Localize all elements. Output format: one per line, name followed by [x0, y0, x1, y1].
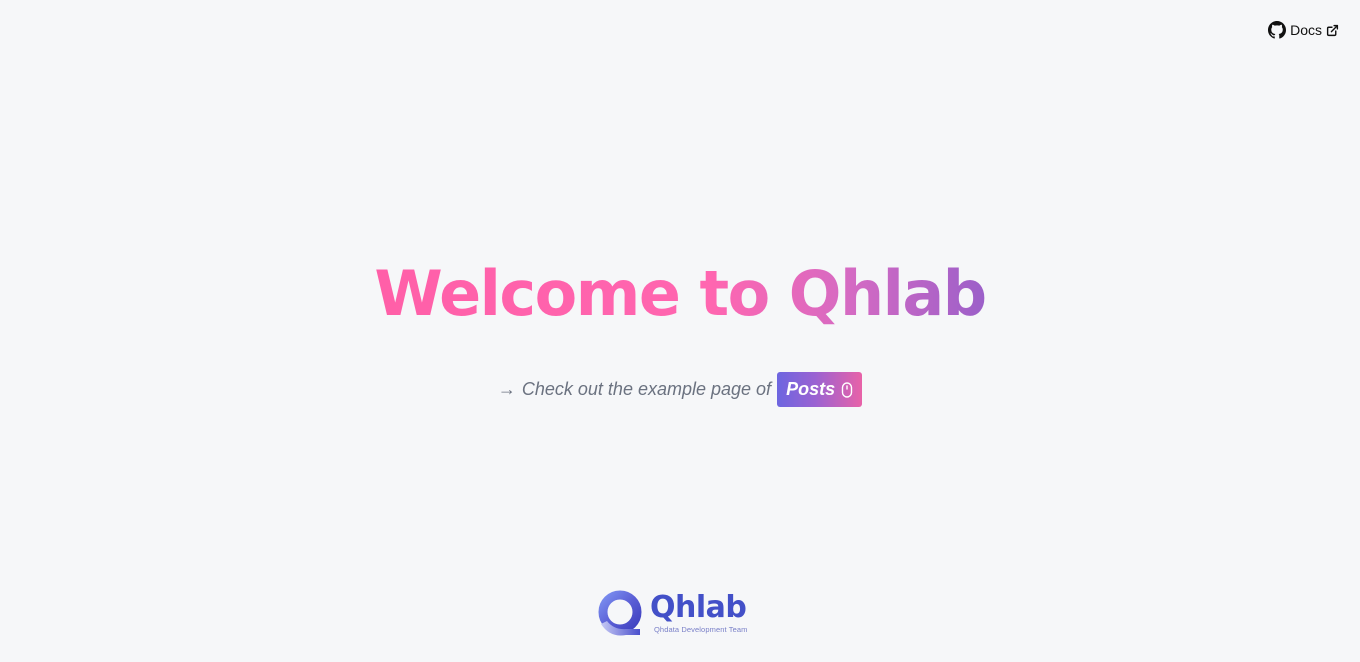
arrow-right-icon: → [497, 379, 516, 399]
github-icon [1268, 21, 1287, 39]
qhlab-logo-icon [596, 588, 644, 638]
docs-link[interactable]: Docs [1268, 21, 1339, 39]
hero-section: Welcome to Qhlab [0, 252, 1360, 336]
footer-logo: Qhlab Qhdata Development Team [596, 588, 747, 638]
tagline: → Check out the example page of Posts [0, 372, 1360, 407]
posts-button[interactable]: Posts [777, 372, 863, 407]
logo-name: Qhlab [650, 589, 747, 625]
logo-subtitle: Qhdata Development Team [654, 624, 748, 634]
external-link-icon [1326, 24, 1339, 37]
hero-title: Welcome to Qhlab [374, 252, 987, 336]
posts-button-label: Posts [786, 379, 836, 399]
mouse-icon [841, 381, 853, 398]
docs-label: Docs [1290, 22, 1322, 38]
tagline-text: Check out the example page of [521, 379, 772, 399]
